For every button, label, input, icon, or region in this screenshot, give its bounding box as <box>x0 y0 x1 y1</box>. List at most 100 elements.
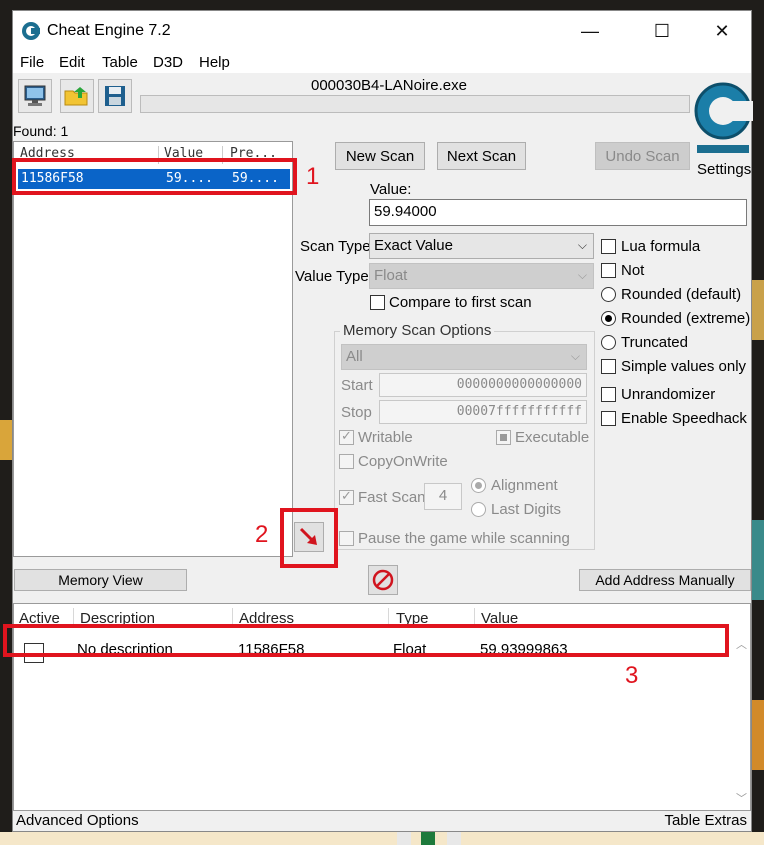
simple-values-checkbox[interactable] <box>601 359 616 374</box>
rounded-extreme-radio[interactable] <box>601 311 616 326</box>
start-label: Start <box>341 377 373 394</box>
value-input[interactable]: 59.94000 <box>369 199 747 226</box>
compare-first-scan-label: Compare to first scan <box>389 294 532 311</box>
annotation-box-3 <box>3 624 729 657</box>
table-scrollbar[interactable]: ︿ ﹀ <box>733 630 750 810</box>
scroll-down-icon[interactable]: ﹀ <box>736 790 747 806</box>
alignment-radio[interactable] <box>471 478 486 493</box>
lua-formula-checkbox[interactable] <box>601 239 616 254</box>
compare-first-scan-checkbox[interactable] <box>370 295 385 310</box>
new-scan-button[interactable]: New Scan <box>335 142 425 170</box>
scan-type-value: Exact Value <box>374 237 453 254</box>
stop-label: Stop <box>341 404 372 421</box>
advanced-options-link[interactable]: Advanced Options <box>16 812 139 829</box>
start-address-input[interactable]: 0000000000000000 <box>379 373 587 397</box>
minimize-button[interactable]: — <box>567 11 613 51</box>
prohibited-icon <box>372 569 394 591</box>
taskbar-icon[interactable] <box>447 832 461 845</box>
memory-region-select[interactable]: All ⌵ <box>341 344 587 370</box>
value-type-value: Float <box>374 267 408 284</box>
cheat-engine-logo-icon[interactable] <box>693 73 753 159</box>
desktop-background <box>752 700 764 770</box>
menu-table[interactable]: Table <box>102 54 138 71</box>
fast-scan-checkbox[interactable] <box>339 488 354 505</box>
last-digits-radio[interactable] <box>471 502 486 517</box>
speedhack-label: Enable Speedhack <box>621 410 747 427</box>
annotation-number-2: 2 <box>255 521 269 548</box>
annotation-number-1: 1 <box>306 163 320 190</box>
folder-icon <box>64 87 88 106</box>
cheat-engine-window: Cheat Engine 7.2 — ☐ ✕ File Edit Table D… <box>12 10 753 832</box>
maximize-button[interactable]: ☐ <box>639 11 685 51</box>
executable-label: Executable <box>515 429 590 446</box>
truncated-label: Truncated <box>621 334 688 351</box>
value-type-label: Value Type <box>295 268 369 285</box>
not-label: Not <box>621 262 645 279</box>
pause-game-checkbox[interactable] <box>339 531 354 546</box>
floppy-disk-icon <box>105 86 125 106</box>
scan-type-label: Scan Type <box>300 238 371 255</box>
settings-label[interactable]: Settings <box>697 161 751 178</box>
desktop-background <box>752 280 764 340</box>
found-address-list[interactable]: Address Value Pre... 11586F58 59.... 59.… <box>13 141 293 557</box>
memory-region-value: All <box>346 348 363 365</box>
fast-scan-input[interactable]: 4 <box>424 483 462 510</box>
memory-view-button[interactable]: Memory View <box>14 569 187 591</box>
executable-checkbox[interactable] <box>496 430 511 445</box>
save-button[interactable] <box>98 79 132 113</box>
truncated-radio[interactable] <box>601 335 616 350</box>
found-count: Found: 1 <box>13 123 69 139</box>
lua-formula-label: Lua formula <box>621 238 701 255</box>
stop-address-input[interactable]: 00007fffffffffff <box>379 400 587 424</box>
copy-on-write-checkbox[interactable] <box>339 454 354 469</box>
menu-edit[interactable]: Edit <box>59 54 85 71</box>
scroll-up-icon[interactable]: ︿ <box>736 636 747 652</box>
memory-scan-options-title: Memory Scan Options <box>340 322 495 339</box>
last-digits-label: Last Digits <box>491 501 562 518</box>
cheat-engine-icon <box>22 22 40 40</box>
desktop-background <box>0 420 12 460</box>
add-address-manually-button[interactable]: Add Address Manually <box>579 569 751 591</box>
open-file-button[interactable] <box>60 79 94 113</box>
desktop-background <box>752 520 764 600</box>
excel-icon[interactable] <box>421 832 435 845</box>
unrandomizer-label: Unrandomizer <box>621 386 716 403</box>
chevron-down-icon: ⌵ <box>577 238 587 252</box>
table-extras-link[interactable]: Table Extras <box>664 812 747 829</box>
fast-scan-label: Fast Scan <box>358 489 426 506</box>
close-button[interactable]: ✕ <box>699 11 745 51</box>
next-scan-button[interactable]: Next Scan <box>437 142 526 170</box>
process-name: 000030B4-LANoire.exe <box>311 77 467 94</box>
menu-d3d[interactable]: D3D <box>153 54 183 71</box>
menu-help[interactable]: Help <box>199 54 230 71</box>
alignment-label: Alignment <box>491 477 558 494</box>
rounded-default-label: Rounded (default) <box>621 286 742 303</box>
taskbar <box>0 832 764 845</box>
scan-progress-bar <box>140 95 690 113</box>
unrandomizer-checkbox[interactable] <box>601 387 616 402</box>
annotation-number-3: 3 <box>625 662 639 689</box>
speedhack-checkbox[interactable] <box>601 411 616 426</box>
clear-stop-button[interactable] <box>368 565 398 595</box>
chevron-down-icon: ⌵ <box>577 268 587 282</box>
chevron-down-icon: ⌵ <box>570 349 580 363</box>
writable-checkbox[interactable] <box>339 428 354 445</box>
rounded-extreme-label: Rounded (extreme) <box>621 310 751 327</box>
value-label: Value: <box>370 181 412 198</box>
title-bar: Cheat Engine 7.2 — ☐ ✕ <box>13 11 751 51</box>
not-checkbox[interactable] <box>601 263 616 278</box>
rounded-default-radio[interactable] <box>601 287 616 302</box>
scan-type-select[interactable]: Exact Value ⌵ <box>369 233 594 259</box>
simple-values-label: Simple values only <box>621 358 747 375</box>
menu-bar: File Edit Table D3D Help <box>13 51 751 73</box>
annotation-box-1 <box>12 158 297 195</box>
annotation-box-2 <box>280 508 338 568</box>
undo-scan-button[interactable]: Undo Scan <box>595 142 690 170</box>
writable-label: Writable <box>358 429 413 446</box>
computer-icon <box>24 85 46 106</box>
value-type-select[interactable]: Float ⌵ <box>369 263 594 289</box>
taskbar-icon[interactable] <box>397 832 411 845</box>
menu-file[interactable]: File <box>20 54 44 71</box>
open-process-button[interactable] <box>18 79 52 113</box>
window-title: Cheat Engine 7.2 <box>47 22 171 39</box>
